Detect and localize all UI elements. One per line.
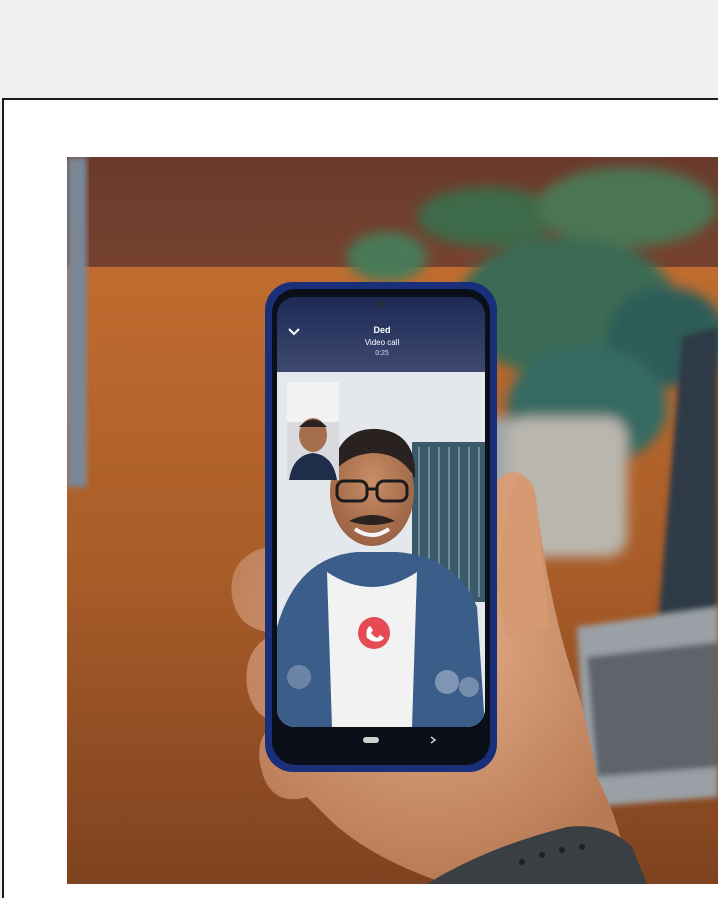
home-pill-icon[interactable] [363, 737, 379, 743]
self-view-thumbnail[interactable] [287, 382, 339, 480]
switch-camera-icon[interactable] [435, 670, 459, 694]
mute-icon[interactable] [287, 665, 311, 689]
call-status: 0:25 [375, 350, 389, 357]
video-call-photo: Ded Video call 0:25 [67, 157, 718, 884]
front-camera [378, 299, 386, 307]
end-call-button[interactable] [358, 617, 390, 649]
chair-edge [67, 157, 87, 487]
more-icon[interactable] [459, 677, 479, 697]
caller-name: Ded [373, 325, 391, 335]
caller-subtitle: Video call [364, 338, 400, 347]
top-margin [0, 0, 718, 98]
phone-screen [277, 297, 485, 727]
